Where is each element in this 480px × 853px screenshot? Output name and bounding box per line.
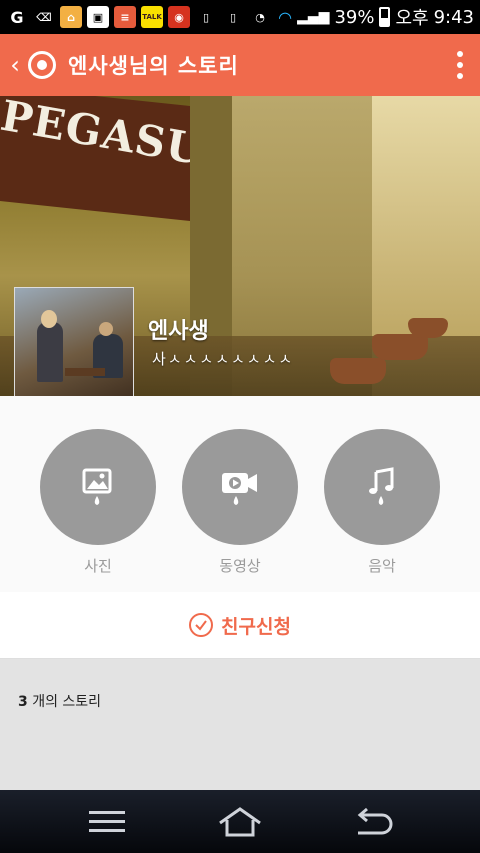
menu-button[interactable] xyxy=(47,790,167,853)
back-nav-button[interactable] xyxy=(313,790,433,853)
notification-icon-1: G xyxy=(10,7,24,27)
back-arrow-icon: ⌫ xyxy=(36,10,52,24)
dot-icon xyxy=(457,73,463,79)
video-label: 동영상 xyxy=(219,557,261,575)
friend-request-label: 친구신청 xyxy=(221,615,291,638)
clock-time: 9:43 xyxy=(433,6,474,28)
friend-request-button[interactable]: 친구신청 xyxy=(0,592,480,659)
status-bar: G ⌫ ⌂ ▣ ≡ TALK ◉ ▯ ▯ ◔ ◠ ▂▄▆ 39% 오후 9:43 xyxy=(0,0,480,34)
avatar-figure-head xyxy=(99,322,113,336)
battery-percent: 39% xyxy=(334,6,375,28)
check-circle-icon xyxy=(189,613,214,637)
music-circle xyxy=(324,429,440,545)
story-count-suffix: 개의 스토리 xyxy=(27,694,102,710)
home-icon xyxy=(219,806,261,836)
notification-icons: G ⌫ ⌂ ▣ ≡ TALK ◉ ▯ ▯ ◔ xyxy=(6,6,271,28)
signal-icon: ▂▄▆ xyxy=(297,9,330,25)
image-icon: ▣ xyxy=(87,6,109,28)
page-title: 엔사생님의 스토리 xyxy=(68,54,239,78)
clock-ampm: 오후 xyxy=(395,8,429,29)
alarm-icon: ◔ xyxy=(255,10,265,24)
system-navbar xyxy=(0,790,480,853)
phone-icon: ▯ xyxy=(202,10,210,24)
profile-name: 엔사생 xyxy=(148,319,209,344)
status-indicators: ◠ ▂▄▆ 39% 오후 9:43 xyxy=(278,4,474,30)
video-circle xyxy=(182,429,298,545)
story-count: 3 xyxy=(18,694,28,710)
home-button[interactable] xyxy=(180,790,300,853)
photo-icon xyxy=(82,468,112,505)
profile-status: 사ㅅㅅㅅㅅㅅㅅㅅㅅ xyxy=(152,350,295,368)
kakaotalk-icon: TALK xyxy=(141,6,163,28)
dot-icon xyxy=(457,51,463,57)
stack-icon: ≡ xyxy=(114,6,136,28)
avatar-table xyxy=(65,368,105,376)
music-icon xyxy=(369,467,394,505)
story-count-text: 3 개의 스토리 xyxy=(18,691,101,711)
game-icon: ◉ xyxy=(168,6,190,28)
cover-pot xyxy=(330,358,386,384)
stories-section: 3 개의 스토리 xyxy=(0,659,480,790)
music-button[interactable]: 음악 xyxy=(324,429,440,576)
menu-icon xyxy=(89,810,125,832)
video-button[interactable]: 동영상 xyxy=(182,429,298,576)
cover-pot xyxy=(408,318,448,338)
media-section: 사진 동영상 음악 xyxy=(0,396,480,593)
back-button[interactable]: ‹ xyxy=(2,34,28,96)
battery-icon xyxy=(379,7,391,27)
profile-avatar[interactable] xyxy=(14,287,134,407)
home-icon: ⌂ xyxy=(60,6,82,28)
photo-label: 사진 xyxy=(84,557,112,575)
video-icon xyxy=(222,473,257,505)
photo-button[interactable]: 사진 xyxy=(40,429,156,576)
more-options-button[interactable] xyxy=(440,51,480,79)
dot-icon xyxy=(457,62,463,68)
avatar-figure xyxy=(37,322,63,382)
photo-circle xyxy=(40,429,156,545)
avatar-figure-head xyxy=(41,310,57,328)
music-label: 음악 xyxy=(368,557,396,575)
vibrate-icon: ▯ xyxy=(229,10,237,24)
kakaostory-logo-icon xyxy=(28,51,56,79)
wifi-icon: ◠ xyxy=(278,7,293,27)
app-header: ‹ 엔사생님의 스토리 xyxy=(0,34,480,96)
back-icon xyxy=(357,807,393,834)
chevron-left-icon: ‹ xyxy=(10,51,20,79)
